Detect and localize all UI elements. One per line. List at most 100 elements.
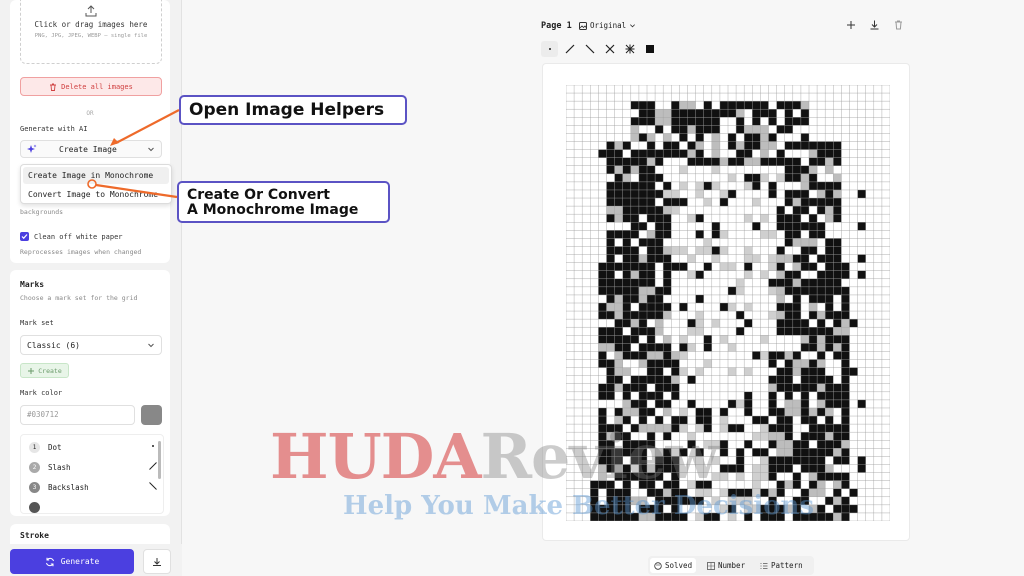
- grid-cell[interactable]: [800, 206, 809, 215]
- grid-cell[interactable]: [768, 432, 777, 441]
- grid-cell[interactable]: [638, 496, 647, 505]
- grid-cell[interactable]: [841, 496, 850, 505]
- grid-cell[interactable]: [614, 383, 623, 392]
- grid-cell[interactable]: [614, 141, 623, 150]
- grid-cell[interactable]: [776, 407, 785, 417]
- grid-cell[interactable]: [679, 335, 688, 344]
- grid-cell[interactable]: [630, 262, 639, 271]
- grid-cell[interactable]: [614, 343, 623, 352]
- grid-cell[interactable]: [752, 432, 761, 441]
- grid-cell[interactable]: [776, 488, 785, 497]
- grid-cell[interactable]: [752, 117, 761, 126]
- grid-cell[interactable]: [760, 173, 769, 182]
- grid-cell[interactable]: [647, 294, 656, 303]
- grid-cell[interactable]: [736, 472, 745, 481]
- grid-cell[interactable]: [671, 383, 680, 392]
- grid-cell[interactable]: [655, 367, 664, 376]
- grid-cell[interactable]: [784, 222, 793, 231]
- grid-cell[interactable]: [784, 464, 793, 473]
- grid-cell[interactable]: [622, 165, 631, 174]
- grid-cell[interactable]: [663, 448, 672, 457]
- grid-cell[interactable]: [792, 206, 801, 215]
- grid-cell[interactable]: [671, 359, 680, 368]
- grid-cell[interactable]: [606, 198, 615, 207]
- grid-cell[interactable]: [598, 464, 607, 473]
- grid-cell[interactable]: [655, 424, 664, 433]
- grid-cell[interactable]: [614, 181, 623, 190]
- grid-cell[interactable]: [760, 101, 769, 110]
- grid-cell[interactable]: [833, 246, 842, 255]
- grid-cell[interactable]: [817, 206, 826, 215]
- grid-cell[interactable]: [687, 101, 696, 110]
- grid-cell[interactable]: [792, 303, 801, 312]
- grid-cell[interactable]: [800, 488, 809, 497]
- grid-cell[interactable]: [857, 399, 866, 408]
- grid-cell[interactable]: [817, 367, 826, 376]
- grid-cell[interactable]: [768, 109, 777, 118]
- grid-cell[interactable]: [606, 181, 615, 190]
- grid-cell[interactable]: [606, 206, 615, 215]
- grid-cell[interactable]: [833, 238, 842, 247]
- mark-item[interactable]: 2 Slash: [21, 457, 163, 477]
- grid-cell[interactable]: [647, 189, 656, 199]
- grid-cell[interactable]: [800, 496, 809, 505]
- add-page-icon[interactable]: [846, 19, 856, 31]
- grid-cell[interactable]: [728, 157, 737, 166]
- grid-cell[interactable]: [647, 512, 656, 521]
- grid-cell[interactable]: [857, 222, 866, 231]
- grid-cell[interactable]: [784, 416, 793, 425]
- grid-cell[interactable]: [792, 286, 801, 295]
- grid-cell[interactable]: [614, 246, 623, 255]
- grid-cell[interactable]: [776, 512, 785, 521]
- grid-cell[interactable]: [622, 238, 631, 247]
- grid-cell[interactable]: [752, 472, 761, 481]
- grid-cell[interactable]: [711, 456, 720, 465]
- grid-cell[interactable]: [833, 270, 842, 279]
- grid-cell[interactable]: [622, 286, 631, 295]
- grid-cell[interactable]: [590, 496, 599, 505]
- grid-cell[interactable]: [622, 270, 631, 279]
- grid-cell[interactable]: [768, 504, 777, 513]
- grid-cell[interactable]: [776, 303, 785, 312]
- grid-cell[interactable]: [768, 512, 777, 521]
- grid-cell[interactable]: [792, 278, 801, 287]
- grid-cell[interactable]: [768, 464, 777, 473]
- grid-cell[interactable]: [703, 117, 712, 126]
- grid-cell[interactable]: [800, 359, 809, 368]
- grid-cell[interactable]: [833, 198, 842, 207]
- grid-cell[interactable]: [809, 375, 818, 384]
- grid-cell[interactable]: [809, 504, 818, 513]
- grid-cell[interactable]: [817, 343, 826, 352]
- grid-cell[interactable]: [630, 375, 639, 384]
- grid-cell[interactable]: [622, 173, 631, 182]
- mark-item[interactable]: 3 Backslash: [21, 477, 163, 497]
- grid-cell[interactable]: [671, 149, 680, 158]
- grid-cell[interactable]: [776, 101, 785, 110]
- grid-cell[interactable]: [598, 391, 607, 400]
- grid-cell[interactable]: [663, 189, 672, 199]
- grid-cell[interactable]: [703, 238, 712, 247]
- grid-cell[interactable]: [744, 488, 753, 497]
- grid-cell[interactable]: [663, 109, 672, 118]
- grid-cell[interactable]: [606, 270, 615, 279]
- grid-cell[interactable]: [671, 375, 680, 384]
- grid-cell[interactable]: [809, 165, 818, 174]
- grid-cell[interactable]: [606, 303, 615, 312]
- grid-cell[interactable]: [695, 109, 704, 118]
- grid-cell[interactable]: [655, 448, 664, 457]
- grid-cell[interactable]: [614, 311, 623, 320]
- grid-cell[interactable]: [614, 206, 623, 215]
- grid-cell[interactable]: [695, 246, 704, 255]
- grid-cell[interactable]: [703, 424, 712, 433]
- grid-cell[interactable]: [630, 440, 639, 449]
- grid-cell[interactable]: [655, 157, 664, 166]
- grid-cell[interactable]: [768, 133, 777, 142]
- grid-cell[interactable]: [784, 141, 793, 150]
- grid-cell[interactable]: [598, 432, 607, 441]
- grid-cell[interactable]: [630, 319, 639, 328]
- grid-cell[interactable]: [760, 488, 769, 497]
- grid-cell[interactable]: [719, 488, 728, 497]
- grid-cell[interactable]: [598, 278, 607, 287]
- grid-cell[interactable]: [784, 198, 793, 207]
- menu-item-create-monochrome[interactable]: Create Image in Monochrome: [23, 167, 169, 184]
